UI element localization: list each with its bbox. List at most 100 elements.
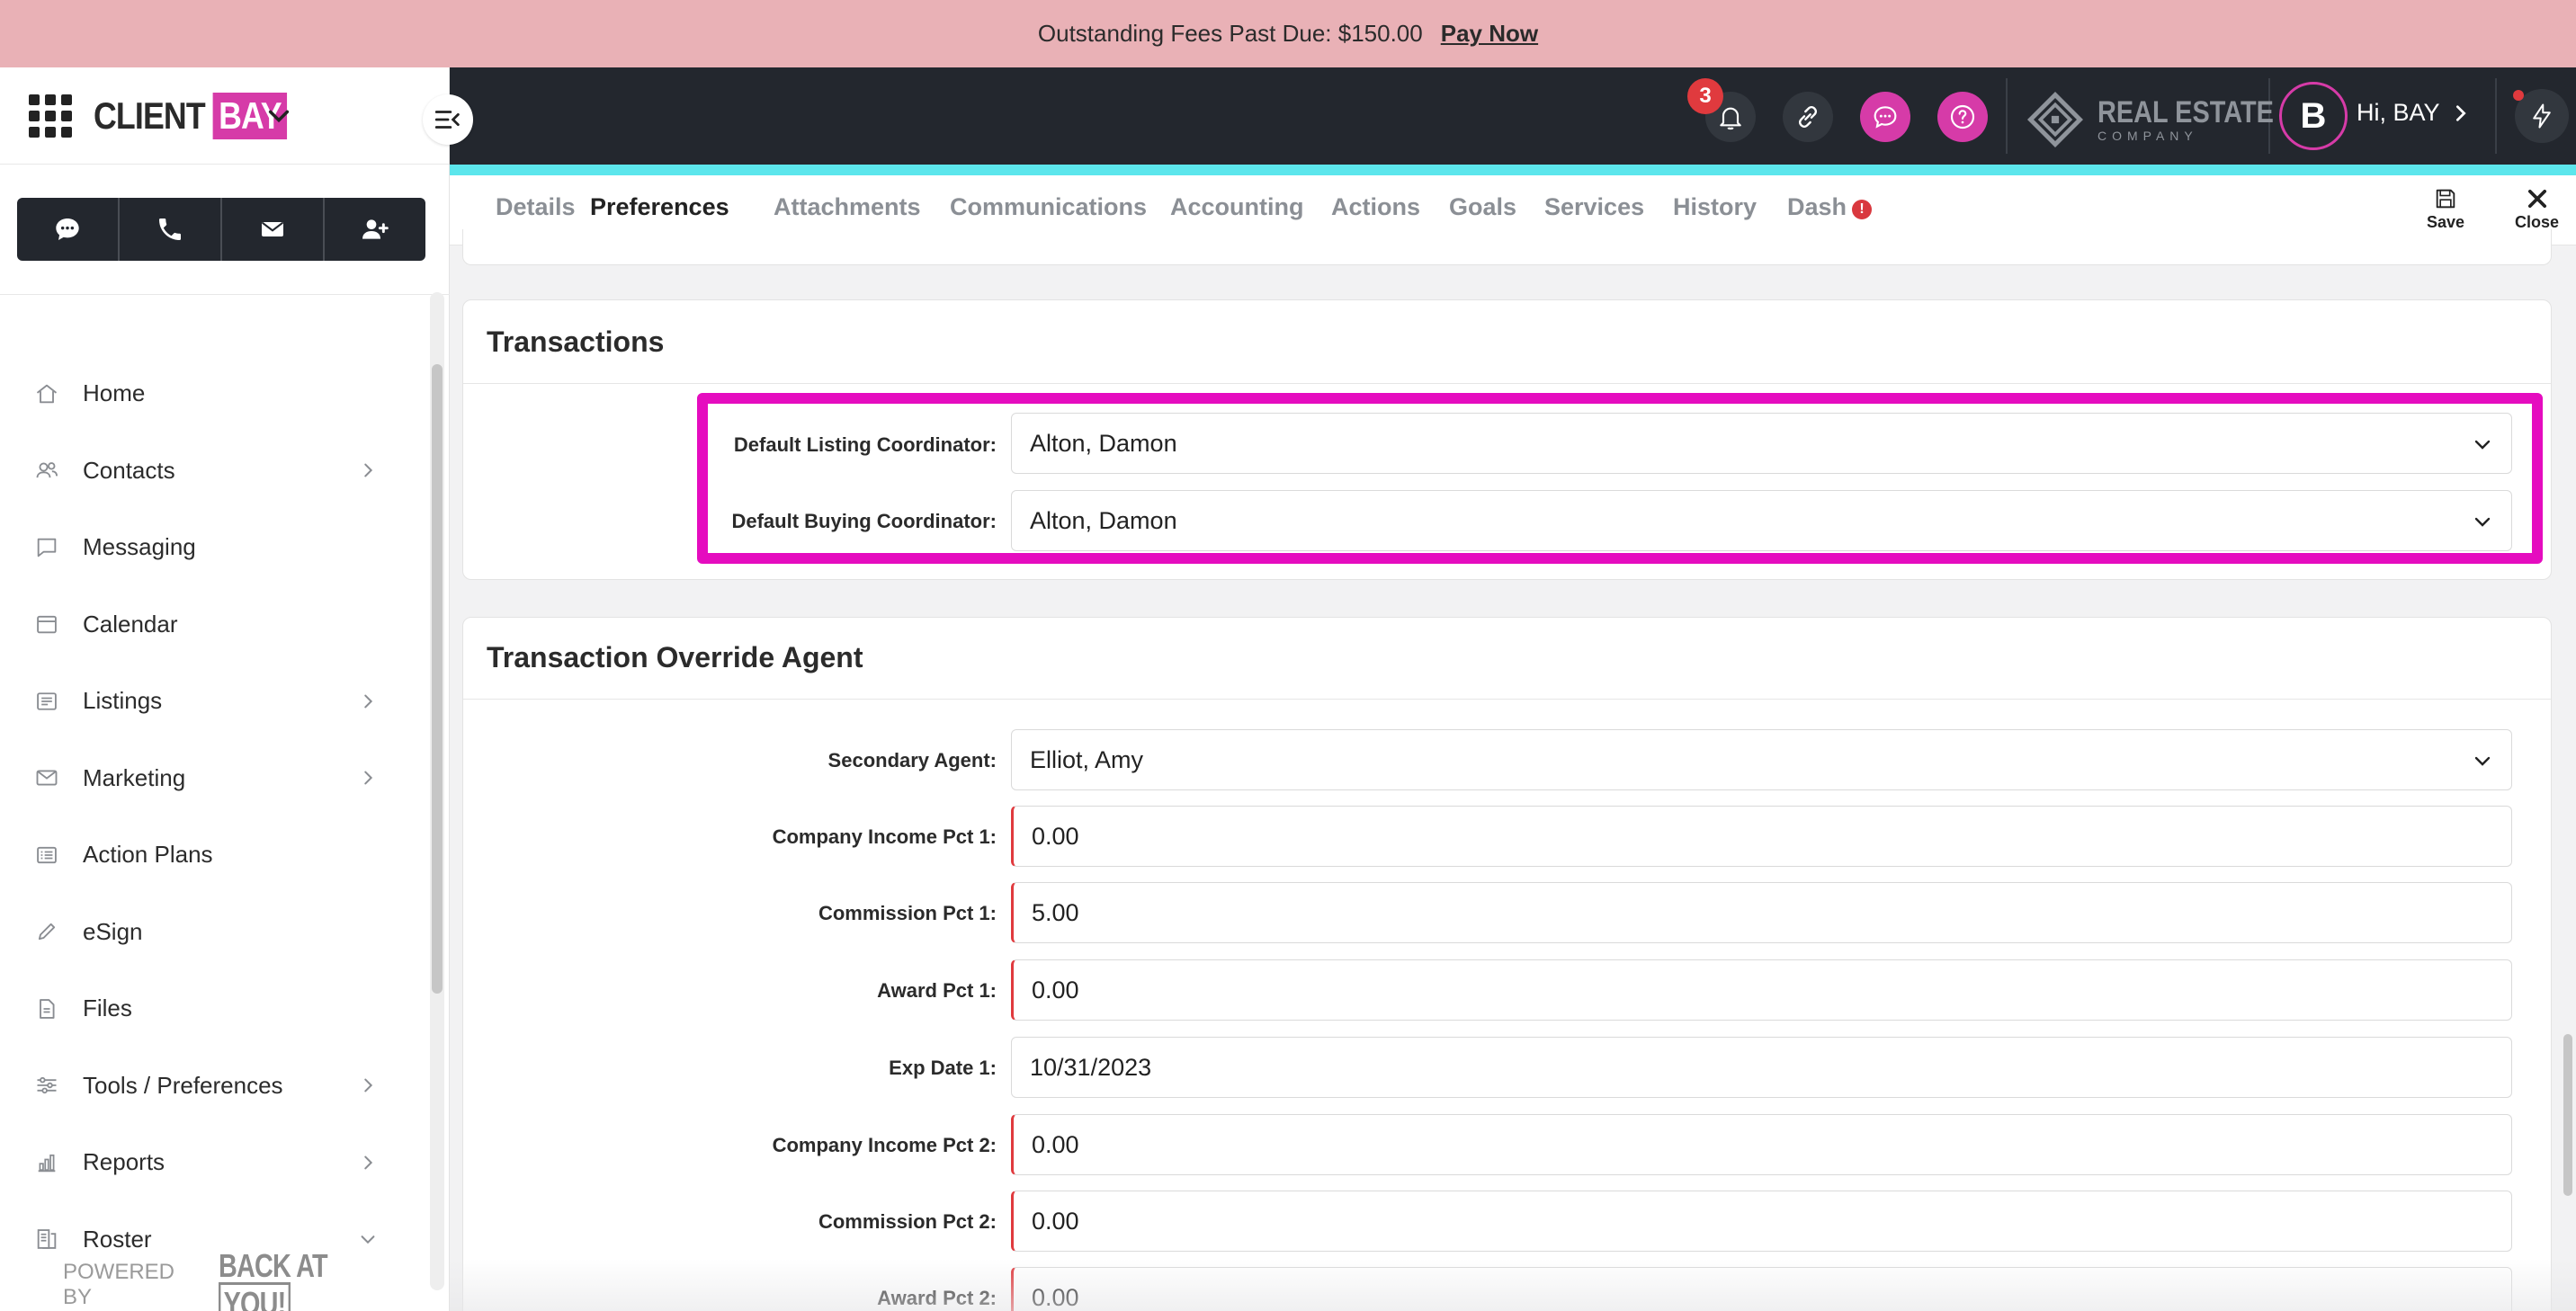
collapse-menu-icon — [434, 111, 460, 129]
sidebar-item-label: Messaging — [83, 533, 196, 561]
banner-text: Outstanding Fees Past Due: $150.00 — [1037, 20, 1423, 47]
lightning-bolt-icon — [2533, 103, 2551, 129]
sidebar-item-files[interactable]: Files — [0, 970, 423, 1048]
floppy-disk-icon — [2436, 189, 2455, 209]
sidebar-scrollbar[interactable] — [430, 292, 444, 1290]
card-divider — [463, 699, 2551, 700]
sidebar-item-label: Home — [83, 379, 146, 407]
quick-action-bar — [17, 198, 425, 261]
back-at-you-logo: BACK AT YOU! — [218, 1247, 403, 1311]
default-listing-coordinator-select[interactable]: Alton, Damon — [1011, 413, 2512, 474]
secondary-agent-select[interactable]: Elliot, Amy — [1011, 729, 2512, 790]
company-income-pct-1-field[interactable]: 0.00 — [1011, 806, 2512, 867]
dash-alert-icon: ! — [1852, 200, 1873, 219]
chevron-down-icon — [361, 1235, 375, 1244]
app-grid-icon[interactable] — [29, 94, 72, 138]
close-icon — [2527, 189, 2546, 209]
company-logo-main: REAL ESTATE — [2097, 95, 2274, 129]
page-scrollbar-thumb[interactable] — [2563, 1034, 2572, 1196]
chat-button[interactable] — [1860, 92, 1910, 142]
brand-chevron-down-icon[interactable] — [266, 103, 291, 129]
sidebar-item-messaging[interactable]: Messaging — [0, 509, 423, 586]
pay-now-link[interactable]: Pay Now — [1441, 20, 1538, 48]
default-listing-coordinator-value: Alton, Damon — [1030, 429, 1177, 457]
chevron-right-icon — [364, 463, 373, 477]
award-pct-1-label: Award Pct 1: — [877, 979, 997, 1002]
chevron-right-icon — [364, 694, 373, 709]
sidebar-collapse-button[interactable] — [423, 94, 473, 145]
award-pct-1-field[interactable]: 0.00 — [1011, 959, 2512, 1021]
secondary-agent-label: Secondary Agent: — [827, 749, 997, 771]
help-button[interactable] — [1937, 92, 1988, 142]
award-pct-2-label: Award Pct 2: — [877, 1287, 997, 1309]
sidebar-item-esign[interactable]: eSign — [0, 894, 423, 971]
listings-icon — [37, 692, 57, 710]
links-button[interactable] — [1783, 92, 1833, 142]
quick-call-button[interactable] — [120, 198, 222, 261]
exp-date-1-value: 10/31/2023 — [1030, 1053, 1152, 1081]
default-buying-coordinator-select[interactable]: Alton, Damon — [1011, 490, 2512, 551]
sidebar-item-action-plans[interactable]: Action Plans — [0, 816, 423, 894]
sidebar-item-label: Marketing — [83, 763, 186, 791]
save-button[interactable]: Save — [2427, 186, 2464, 232]
quick-add-contact-button[interactable] — [325, 198, 425, 261]
header-accent-stripe — [450, 165, 2576, 175]
quick-email-button[interactable] — [222, 198, 325, 261]
default-buying-coordinator-label: Default Buying Coordinator: — [731, 510, 997, 532]
award-pct-2-field[interactable]: 0.00 — [1011, 1267, 2512, 1311]
link-icon — [1798, 105, 1818, 129]
phone-icon — [159, 218, 181, 240]
chevron-down-icon — [2474, 517, 2491, 527]
help-question-icon — [1950, 104, 1975, 129]
client-bay-logo: CLIENT BAY — [94, 92, 288, 139]
commission-pct-2-label: Commission Pct 2: — [818, 1210, 997, 1233]
chevron-right-icon — [364, 1155, 373, 1170]
commission-pct-1-value: 5.00 — [1032, 898, 1079, 926]
sidebar-nav: Home Contacts Messaging Calendar Listing… — [0, 355, 423, 1278]
sidebar-item-contacts[interactable]: Contacts — [0, 433, 423, 510]
user-menu[interactable]: Hi, BAY — [2357, 99, 2471, 127]
award-pct-2-value: 0.00 — [1032, 1283, 1079, 1311]
secondary-agent-value: Elliot, Amy — [1030, 745, 1144, 773]
chevron-down-icon — [2474, 440, 2491, 450]
powered-by-footer: POWERED BY BACK AT YOU! — [63, 1247, 449, 1311]
bell-icon — [1720, 107, 1741, 130]
chat-icon — [1874, 106, 1897, 129]
action-plans-icon — [37, 846, 57, 863]
quick-chat-button[interactable] — [17, 198, 120, 261]
default-listing-coordinator-label: Default Listing Coordinator: — [733, 433, 997, 456]
sidebar-item-label: Calendar — [83, 610, 178, 638]
transactions-title: Transactions — [487, 326, 665, 358]
messaging-icon — [37, 538, 57, 557]
company-income-pct-2-field[interactable]: 0.00 — [1011, 1114, 2512, 1175]
close-button[interactable]: Close — [2515, 186, 2559, 232]
commission-pct-2-field[interactable]: 0.00 — [1011, 1191, 2512, 1252]
sidebar-item-calendar[interactable]: Calendar — [0, 586, 423, 664]
company-income-pct-1-label: Company Income Pct 1: — [772, 825, 997, 848]
esign-icon — [38, 923, 56, 941]
brand-header: CLIENT BAY — [0, 67, 449, 165]
sidebar-item-label: Tools / Preferences — [83, 1071, 283, 1099]
exp-date-1-field[interactable]: 10/31/2023 — [1011, 1037, 2512, 1098]
sidebar-item-label: Listings — [83, 687, 163, 715]
card-divider — [463, 383, 2551, 384]
sidebar-item-listings[interactable]: Listings — [0, 663, 423, 740]
award-pct-1-value: 0.00 — [1032, 976, 1079, 1003]
sidebar-item-tools-preferences[interactable]: Tools / Preferences — [0, 1048, 423, 1125]
sidebar-item-label: eSign — [83, 917, 143, 945]
chat-bubble-icon — [56, 218, 79, 240]
commission-pct-1-field[interactable]: 5.00 — [1011, 882, 2512, 943]
tab-dash-label: Dash — [1787, 193, 1847, 220]
sidebar-divider — [0, 294, 450, 295]
company-income-pct-1-value: 0.00 — [1032, 822, 1079, 850]
sidebar-item-marketing[interactable]: Marketing — [0, 740, 423, 817]
sidebar-item-home[interactable]: Home — [0, 355, 423, 433]
sidebar-scrollbar-thumb[interactable] — [432, 364, 443, 994]
notification-count-badge: 3 — [1687, 78, 1723, 114]
commission-pct-2-value: 0.00 — [1032, 1207, 1079, 1235]
chevron-right-icon — [2455, 104, 2466, 121]
previous-section-card — [462, 229, 2552, 265]
contacts-icon — [36, 462, 58, 478]
avatar[interactable]: B — [2279, 82, 2348, 150]
sidebar-item-reports[interactable]: Reports — [0, 1124, 423, 1201]
